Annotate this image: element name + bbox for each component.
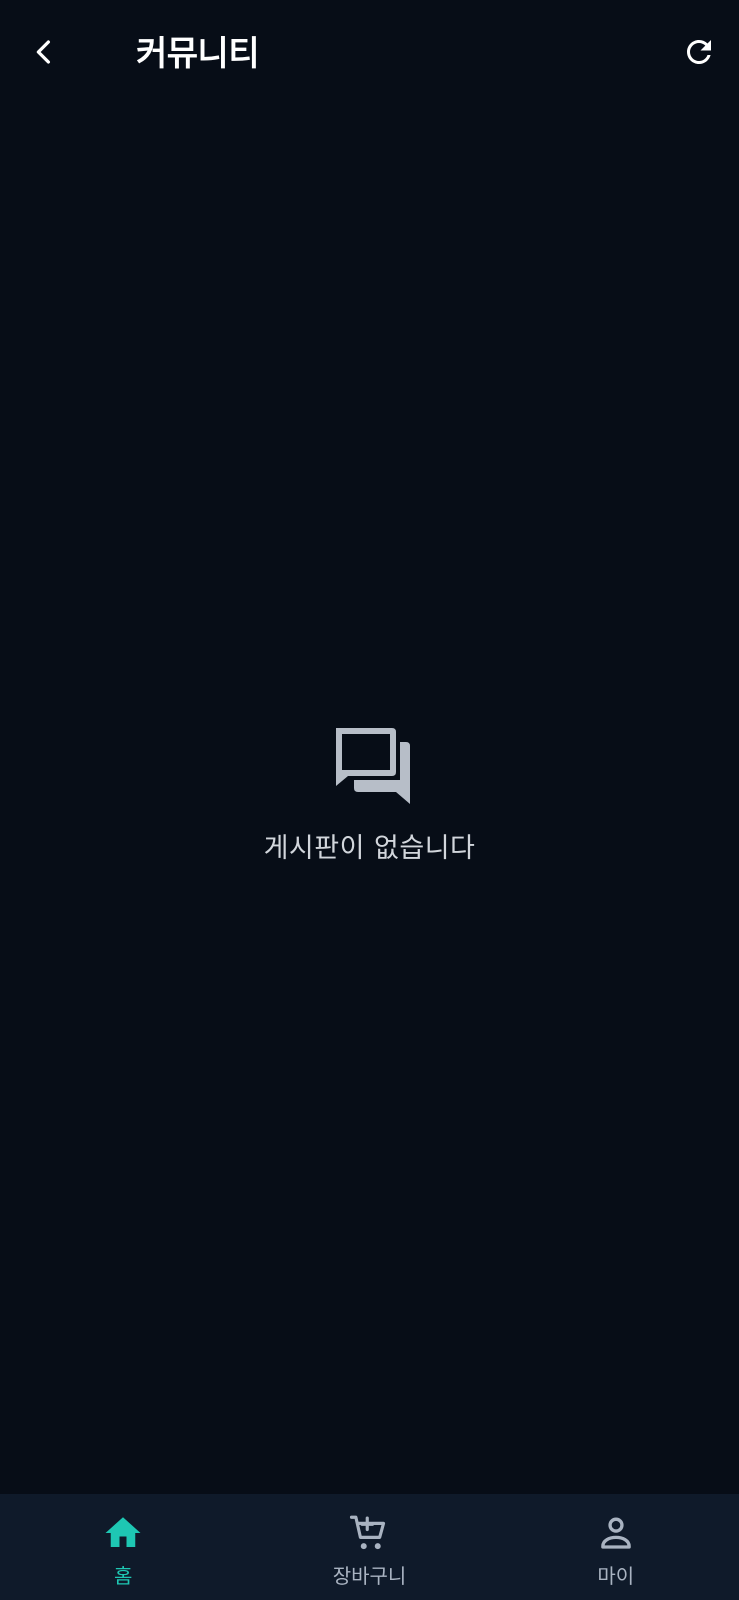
nav-label-home: 홈 (113, 1564, 133, 1588)
empty-message: 게시판이 없습니다 (263, 833, 476, 864)
nav-label-cart: 장바구니 (332, 1564, 407, 1588)
chevron-left-icon (36, 40, 50, 64)
forum-icon (335, 728, 410, 804)
cart-icon (350, 1515, 386, 1550)
page-title: 커뮤니티 (136, 34, 260, 74)
home-icon (105, 1517, 141, 1547)
app-bar: 커뮤니티 (0, 0, 739, 108)
refresh-icon (687, 40, 711, 64)
nav-item-home[interactable]: 홈 (0, 1494, 246, 1600)
nav-item-my[interactable]: 마이 (493, 1494, 739, 1600)
bottom-navigation: 홈 장바구니 마이 (0, 1494, 739, 1600)
refresh-button[interactable] (675, 28, 723, 76)
person-icon (601, 1517, 631, 1549)
back-button[interactable] (20, 28, 68, 76)
nav-label-my: 마이 (597, 1564, 635, 1588)
empty-state: 게시판이 없습니다 (0, 724, 739, 865)
nav-item-cart[interactable]: 장바구니 (246, 1494, 492, 1600)
